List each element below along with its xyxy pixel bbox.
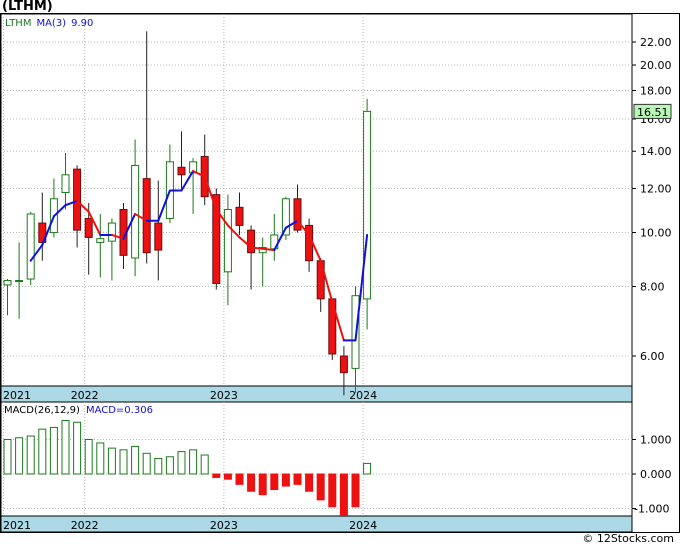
macd-x-tick-label: 2023 xyxy=(210,519,238,532)
macd-bar-negative xyxy=(281,473,290,487)
macd-x-tick-label: 2021 xyxy=(3,519,31,532)
macd-bar-negative xyxy=(212,473,221,478)
macd-bar-positive xyxy=(26,435,35,475)
candle-down xyxy=(235,206,244,226)
macd-bar-positive xyxy=(3,439,12,475)
chart-canvas: 2021 2021 2022 2022 2023 2023 2024 2024 6.00 8.00… xyxy=(0,13,680,533)
macd-bar-positive xyxy=(363,462,372,475)
macd-y-tick-label: 1.000 xyxy=(640,434,672,447)
macd-bar-negative xyxy=(235,473,244,485)
candle-down xyxy=(293,198,302,231)
price-panel xyxy=(0,13,633,387)
macd-bar-positive xyxy=(200,454,209,475)
macd-bar-negative xyxy=(316,473,325,501)
price-y-tick-label: 10.00 xyxy=(640,227,672,240)
macd-y-tick-label: 0.000 xyxy=(640,468,672,481)
macd-bar-negative xyxy=(223,473,232,480)
macd-bar-positive xyxy=(154,457,163,475)
macd-bar-positive xyxy=(165,456,174,475)
macd-legend-value: MACD=0.306 xyxy=(86,405,153,416)
legend-ma-value: 9.90 xyxy=(71,18,93,29)
candle-up xyxy=(3,280,12,286)
candle-up xyxy=(96,238,105,243)
price-x-tick-label: 2023 xyxy=(210,389,238,402)
macd-legend-name: MACD(26,12,9) xyxy=(4,405,80,416)
legend-ma: MA(3) xyxy=(36,18,66,29)
price-y-tick-label: 6.00 xyxy=(640,350,665,363)
price-y-tick-label: 14.00 xyxy=(640,145,672,158)
legend-symbol: LTHM xyxy=(5,18,31,29)
price-legend: LTHM MA(3) 9.90 xyxy=(5,18,93,29)
ma3-segment xyxy=(250,246,264,250)
candle-down xyxy=(339,355,348,374)
candle-down xyxy=(247,229,256,254)
macd-panel xyxy=(0,401,633,517)
price-y-tick-label: 22.00 xyxy=(640,36,672,49)
macd-bar-positive xyxy=(49,426,58,475)
macd-bar-negative xyxy=(293,473,302,485)
macd-legend: MACD(26,12,9) MACD=0.306 xyxy=(4,405,153,416)
price-y-tick-label: 12.00 xyxy=(640,182,672,195)
candle-up xyxy=(26,213,35,280)
macd-bar-positive xyxy=(177,451,186,475)
macd-bar-positive xyxy=(61,420,70,475)
macd-x-tick-label: 2022 xyxy=(71,519,99,532)
macd-bar-positive xyxy=(15,437,24,475)
macd-bar-negative xyxy=(351,473,360,508)
macd-bar-positive xyxy=(189,449,198,475)
watermark: © 12Stocks.com xyxy=(582,532,674,545)
macd-bar-negative xyxy=(305,473,314,492)
price-y-tick-label: 18.00 xyxy=(640,84,672,97)
macd-bar-negative xyxy=(258,473,267,496)
candle-up xyxy=(223,209,232,273)
macd-bar-positive xyxy=(38,428,47,475)
last-price-label: 16.51 xyxy=(637,106,669,119)
macd-bar-positive xyxy=(84,439,93,475)
candle-up xyxy=(107,222,116,242)
macd-bar-positive xyxy=(73,421,82,475)
candle-down xyxy=(142,178,151,254)
price-y-tick-label: 20.00 xyxy=(640,59,672,72)
macd-bar-positive xyxy=(142,452,151,475)
candle-up xyxy=(363,110,372,300)
macd-x-tick-label: 2024 xyxy=(349,519,377,532)
candle-down xyxy=(73,168,82,231)
candle-up xyxy=(131,164,140,259)
macd-bar-negative xyxy=(339,473,348,516)
candle-up xyxy=(15,280,24,283)
stock-chart: (LTHM) 2021 2021 2022 2022 2023 2023 2024 2024 6… xyxy=(0,0,680,546)
macd-bar-negative xyxy=(247,473,256,492)
macd-bar-negative xyxy=(328,473,337,508)
candle-down xyxy=(177,166,186,176)
macd-bar-negative xyxy=(270,473,279,491)
ma3-segment xyxy=(261,247,276,252)
price-x-tick-label: 2024 xyxy=(349,389,377,402)
macd-bar-positive xyxy=(131,445,140,475)
macd-y-tick-label: -1.000 xyxy=(634,503,669,516)
price-x-tick-label: 2022 xyxy=(71,389,99,402)
candle-up xyxy=(61,174,70,194)
macd-bar-positive xyxy=(119,449,128,475)
macd-bar-positive xyxy=(107,447,116,475)
price-x-tick-label: 2021 xyxy=(3,389,31,402)
candle-down xyxy=(84,217,93,238)
macd-bar-positive xyxy=(96,442,105,475)
candle-down xyxy=(154,222,163,251)
price-y-tick-label: 8.00 xyxy=(640,280,665,293)
